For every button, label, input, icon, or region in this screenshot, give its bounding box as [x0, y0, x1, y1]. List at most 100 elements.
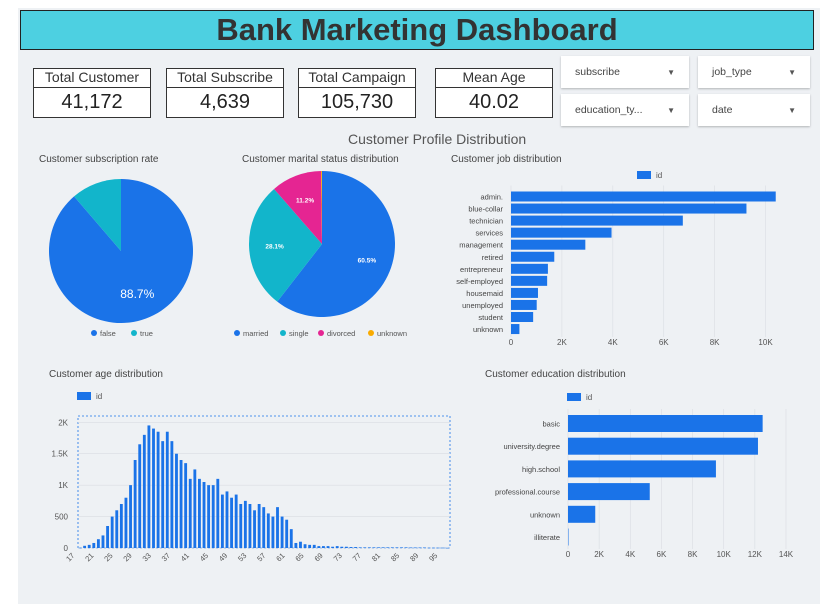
- bar: [331, 546, 335, 548]
- x-tick-label: 41: [179, 551, 191, 563]
- bar: [211, 485, 215, 548]
- y-tick-label: 0: [64, 544, 69, 553]
- bar: [377, 547, 380, 548]
- charts-layer: 88.7% false true 60.5% 28.1% 11.2% married sing…: [49, 171, 794, 563]
- bar: [276, 507, 279, 548]
- bar: [308, 544, 312, 548]
- bar: [193, 469, 197, 548]
- bar: [326, 546, 330, 548]
- legend-swatch: [91, 330, 97, 336]
- bar: [285, 519, 289, 548]
- bar: [156, 431, 160, 548]
- y-category-label: retired: [482, 253, 503, 262]
- bar: [511, 251, 555, 262]
- bar: [239, 504, 243, 548]
- x-tick-label: 8K: [710, 338, 720, 347]
- bar: [138, 444, 142, 548]
- bar: [216, 478, 220, 548]
- y-category-label: student: [478, 313, 504, 322]
- bar: [152, 428, 155, 548]
- bar: [161, 441, 165, 548]
- bar: [349, 547, 353, 548]
- bar: [511, 215, 683, 226]
- y-category-label: services: [475, 229, 503, 238]
- y-category-label: management: [459, 241, 504, 250]
- x-tick-label: 33: [141, 551, 153, 563]
- bar: [372, 547, 376, 548]
- x-tick-label: 21: [83, 551, 95, 563]
- x-tick-label: 25: [102, 551, 114, 563]
- legend-swatch: [77, 392, 91, 400]
- bar: [243, 500, 247, 548]
- bar: [142, 434, 146, 548]
- legend-label: divorced: [327, 329, 355, 338]
- x-tick-label: 89: [408, 551, 420, 563]
- slice-data-label: 28.1%: [265, 243, 284, 250]
- bar: [363, 547, 367, 548]
- legend-swatch: [280, 330, 286, 336]
- bar: [511, 312, 534, 322]
- legend-swatch: [131, 330, 137, 336]
- bar: [119, 504, 123, 548]
- pie-slice: [49, 179, 194, 323]
- bar: [568, 437, 758, 455]
- bar: [358, 547, 362, 548]
- bar: [129, 485, 132, 548]
- y-category-label: illiterate: [534, 533, 560, 542]
- bar: [344, 546, 348, 548]
- legend-label: single: [289, 329, 309, 338]
- legend-label: id: [656, 171, 662, 180]
- slice-data-label: 11.2%: [296, 198, 314, 205]
- legend-label: true: [140, 329, 153, 338]
- bar: [280, 516, 284, 548]
- x-tick-label: 95: [427, 551, 439, 563]
- bar: [390, 547, 394, 548]
- bar: [367, 547, 371, 548]
- x-tick-label: 81: [370, 551, 382, 563]
- bar: [340, 546, 344, 548]
- bar: [568, 505, 596, 523]
- bar: [106, 526, 110, 548]
- bar: [511, 203, 747, 214]
- bar: [299, 541, 302, 548]
- x-tick-label: 6K: [657, 550, 667, 559]
- bar: [511, 324, 520, 335]
- y-category-label: housemaid: [466, 289, 503, 298]
- bar: [207, 485, 211, 548]
- bar: [436, 547, 440, 549]
- x-tick-label: 2K: [594, 550, 604, 559]
- bar: [441, 547, 445, 549]
- x-tick-label: 53: [236, 551, 248, 563]
- y-tick-label: 1K: [58, 481, 68, 490]
- bar: [271, 516, 275, 548]
- y-category-label: unemployed: [462, 301, 503, 310]
- x-tick-label: 10K: [758, 338, 773, 347]
- bar: [423, 547, 426, 549]
- bar: [404, 547, 408, 548]
- y-category-label: unknown: [530, 510, 560, 519]
- x-tick-label: 73: [332, 551, 344, 563]
- x-tick-label: 65: [293, 551, 305, 563]
- bar: [262, 507, 266, 548]
- bar: [101, 535, 105, 548]
- bar: [381, 547, 385, 548]
- legend-swatch: [318, 330, 324, 336]
- bar: [133, 460, 137, 548]
- bar: [511, 227, 612, 238]
- dashboard-canvas: Bank Marketing Dashboard Total Customer …: [18, 8, 820, 604]
- bar: [418, 547, 422, 549]
- bar: [294, 542, 298, 548]
- x-tick-label: 12K: [748, 550, 763, 559]
- bar: [266, 513, 270, 548]
- bar: [248, 504, 252, 548]
- bar: [335, 546, 339, 548]
- slice-data-label: 60.5%: [358, 257, 377, 264]
- y-tick-label: 2K: [58, 418, 68, 427]
- bar: [568, 460, 716, 478]
- bar: [147, 425, 151, 548]
- x-tick-label: 45: [198, 551, 210, 563]
- bar: [427, 547, 431, 549]
- bar: [568, 528, 569, 546]
- y-category-label: entrepreneur: [460, 265, 503, 274]
- legend-label: id: [586, 393, 592, 402]
